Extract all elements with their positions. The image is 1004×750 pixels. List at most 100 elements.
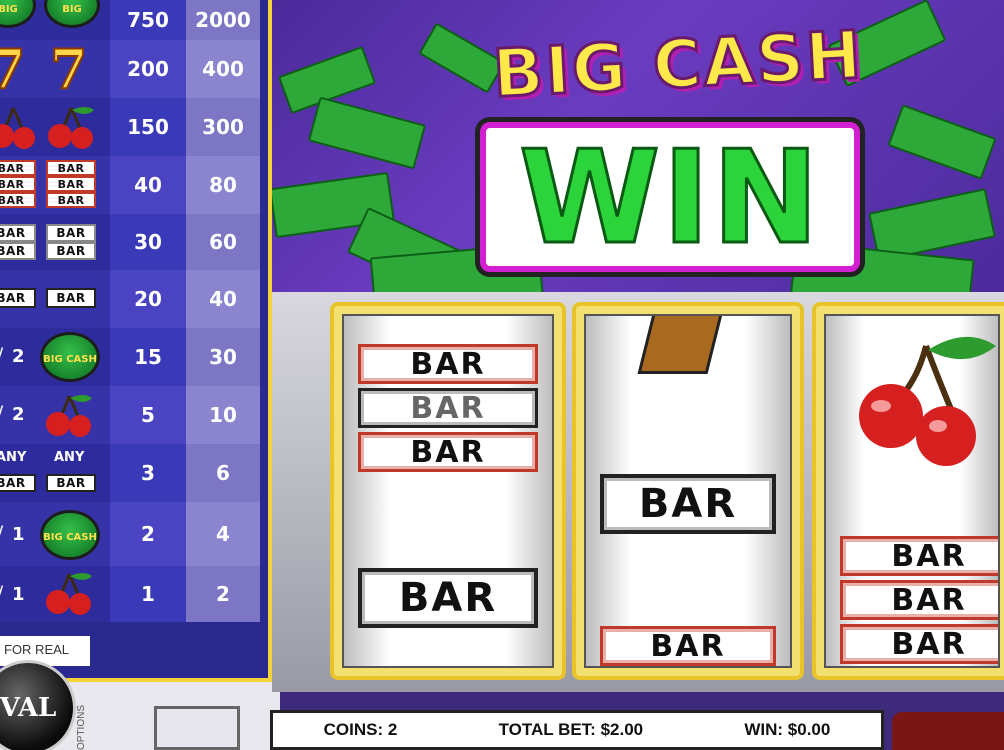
cherry-icon: [48, 107, 94, 149]
paytable-symbols: BAR BAR BAR BAR BAR BAR: [0, 156, 110, 214]
paytable-symbols: ANY ANY BAR BAR: [0, 444, 110, 502]
payout-value-1coin: 5: [110, 386, 186, 444]
paytable-symbols: BAR BAR BAR BAR: [0, 214, 110, 270]
reel-1: BAR BAR BAR BAR: [342, 314, 554, 668]
paytable-row: ANY ANY BAR BAR 3 6: [0, 444, 268, 502]
payout-value-2coin: 10: [186, 386, 260, 444]
paytable: BIG CASH WIN BIG CASH WIN 750 2000 7 7 2…: [0, 0, 272, 682]
coins-display: COINS: 2: [323, 720, 398, 739]
logo-win-box: WIN: [480, 122, 860, 272]
bar-icon: BAR: [0, 474, 36, 492]
paytable-symbols: 7 7: [0, 40, 110, 98]
coin-button[interactable]: [154, 706, 240, 750]
bar-icon: BAR: [46, 242, 96, 260]
seven-icon: 7: [0, 41, 27, 97]
bar-icon: BAR: [358, 344, 538, 384]
bar-icon: BAR: [46, 224, 96, 242]
payout-value-2coin: 6: [186, 444, 260, 502]
payout-value-2coin: 400: [186, 40, 260, 98]
paytable-row: / 1 BIG CASH WIN 2 4: [0, 502, 268, 593]
bar-icon: BAR: [358, 568, 538, 628]
payout-value-2coin: 300: [186, 98, 260, 156]
paytable-row: / 1 1 2: [0, 566, 268, 622]
payout-value-2coin: 2000: [186, 0, 260, 40]
bar-icon: BAR: [358, 432, 538, 472]
paytable-symbols: / 2 BIG CASH WIN: [0, 328, 110, 415]
logo-title-top: BIG CASH: [490, 15, 867, 114]
payout-value-2coin: 2: [186, 566, 260, 622]
bar-icon: BAR: [358, 388, 538, 428]
big-cash-win-icon: BIG CASH WIN: [40, 510, 100, 593]
paytable-row: 150 300: [0, 98, 268, 156]
bar-icon: BAR: [0, 242, 36, 260]
cherry-icon: [46, 573, 92, 615]
payout-value-1coin: 20: [110, 270, 186, 328]
bar-icon: BAR: [0, 224, 36, 242]
big-cash-win-icon: BIG CASH WIN: [0, 0, 36, 115]
seven-icon: 7: [49, 37, 89, 101]
payout-value-1coin: 40: [110, 156, 186, 214]
paytable-row: BAR BAR BAR BAR BAR BAR 40 80: [0, 156, 268, 214]
bar-icon: BAR: [0, 192, 36, 208]
info-bar: COINS: 2 TOTAL BET: $2.00 WIN: $0.00: [270, 710, 884, 750]
any-label: ANY: [54, 450, 85, 465]
bar-icon: BAR: [600, 626, 776, 666]
payout-value-1coin: 30: [110, 214, 186, 270]
paytable-row: BIG CASH WIN BIG CASH WIN 750 2000: [0, 0, 268, 115]
big-cash-win-icon: BIG CASH WIN: [44, 0, 100, 115]
any-label: ANY: [0, 450, 27, 465]
payout-value-2coin: 30: [186, 328, 260, 386]
paytable-symbols: / 2: [0, 386, 110, 444]
payout-value-1coin: 2: [110, 502, 186, 566]
logo-title-bottom: WIN: [518, 124, 821, 273]
bar-icon: BAR: [0, 176, 36, 192]
win-display: WIN: $0.00: [744, 720, 831, 739]
reel-frame-3: BAR BAR BAR: [812, 302, 1004, 680]
bar-icon: BAR: [0, 288, 36, 308]
reel-2: BAR BAR: [584, 314, 792, 668]
bar-icon: BAR: [840, 536, 998, 576]
reel-3: BAR BAR BAR: [824, 314, 1000, 668]
bar-icon: BAR: [46, 192, 96, 208]
big-cash-win-icon: BIG CASH WIN: [40, 332, 100, 415]
bar-icon: BAR: [0, 160, 36, 176]
payout-value-1coin: 3: [110, 444, 186, 502]
cherry-icon: [0, 107, 35, 149]
paytable-row: BAR BAR 20 40: [0, 270, 268, 328]
bar-icon: BAR: [46, 288, 96, 308]
payout-value-1coin: 1: [110, 566, 186, 622]
bar-icon: BAR: [600, 474, 776, 534]
bar-icon: BAR: [46, 474, 96, 492]
bar-icon: BAR: [46, 176, 96, 192]
payout-value-2coin: 80: [186, 156, 260, 214]
paytable-row: 7 7 200 400: [0, 40, 268, 98]
paytable-symbols: BIG CASH WIN BIG CASH WIN: [0, 0, 110, 115]
payout-value-2coin: 40: [186, 270, 260, 328]
paytable-symbols: [0, 98, 110, 156]
paytable-symbols: / 1 BIG CASH WIN: [0, 502, 110, 593]
bar-icon: BAR: [46, 160, 96, 176]
bar-icon: BAR: [840, 580, 998, 620]
reel-frame-2: BAR BAR: [572, 302, 804, 680]
payout-value-1coin: 200: [110, 40, 186, 98]
game-logo: BIG CASH WIN: [388, 4, 948, 286]
paytable-row: BAR BAR BAR BAR 30 60: [0, 214, 268, 270]
options-tab[interactable]: OPTIONS: [76, 700, 100, 750]
paytable-row: / 2 5 10: [0, 386, 268, 444]
cherry-icon: [859, 336, 996, 466]
payout-value-2coin: 60: [186, 214, 260, 270]
spin-button[interactable]: [892, 712, 1004, 750]
cherry-icon: [46, 395, 92, 437]
paytable-row: / 2 BIG CASH WIN 15 30: [0, 328, 268, 415]
payout-value-1coin: 15: [110, 328, 186, 386]
reel-frame-1: BAR BAR BAR BAR: [330, 302, 566, 680]
match-count: 1: [12, 584, 25, 605]
match-count: 2: [12, 346, 25, 367]
seven-icon: [637, 316, 725, 374]
slot-machine: BAR BAR BAR BAR BAR BAR BAR BAR BAR: [272, 292, 1004, 692]
bar-icon: BAR: [840, 624, 998, 664]
payout-value-2coin: 4: [186, 502, 260, 566]
paytable-symbols: BAR BAR: [0, 270, 110, 328]
total-bet-display: TOTAL BET: $2.00: [498, 720, 644, 739]
match-count: 1: [12, 524, 25, 545]
